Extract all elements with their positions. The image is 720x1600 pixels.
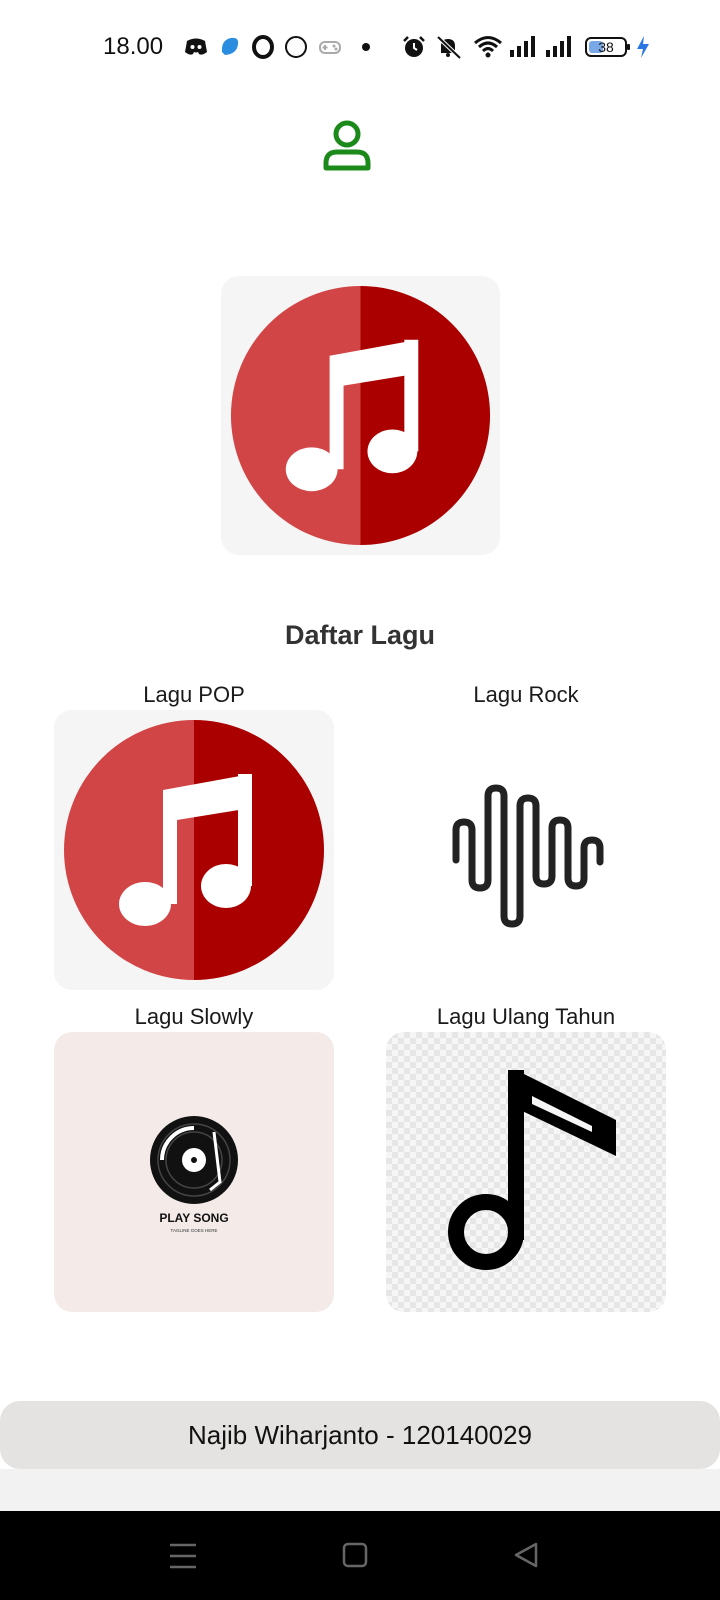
music-note-circle-icon (64, 720, 324, 980)
discord-icon (185, 38, 207, 55)
wifi-icon (474, 36, 502, 58)
category-label-pop: Lagu POP (143, 682, 245, 707)
bluesky-icon (221, 37, 239, 55)
vinyl-sub-caption: TAGLINE GOES HERE (171, 1228, 218, 1233)
sound-wave-icon (452, 784, 604, 928)
profile-button[interactable] (322, 118, 372, 172)
category-label-rock: Lagu Rock (473, 682, 579, 707)
recent-apps-button[interactable] (163, 1539, 203, 1573)
user-icon (323, 120, 371, 171)
vinyl-record-icon: PLAY SONG TAGLINE GOES HERE (150, 1116, 238, 1233)
moon-icon (285, 36, 307, 58)
game-controller-icon (319, 41, 341, 54)
category-card-rock[interactable] (386, 710, 666, 990)
section-title: Daftar Lagu (284, 620, 436, 650)
footer-author: Najib Wiharjanto - 120140029 (0, 1401, 720, 1469)
home-button[interactable] (335, 1539, 375, 1573)
signal-icon (546, 36, 571, 57)
music-note-circle-icon (230, 285, 491, 546)
music-note-icon (448, 1070, 616, 1270)
charging-icon (637, 36, 649, 58)
footer-spacer (0, 1469, 720, 1511)
status-bar: 18.00 38 (0, 0, 720, 100)
battery-icon: 38 (585, 37, 630, 57)
menu-icon (170, 1543, 196, 1569)
battery-level: 38 (598, 39, 614, 55)
navigation-bar (0, 1511, 720, 1600)
opera-icon (252, 35, 274, 59)
status-time: 18.00 (103, 33, 164, 60)
mute-icon (436, 35, 462, 60)
vinyl-caption: PLAY SONG (159, 1211, 228, 1225)
alarm-icon (403, 36, 425, 57)
category-label-ulang-tahun: Lagu Ulang Tahun (436, 1004, 616, 1029)
home-icon (342, 1542, 368, 1568)
app-logo (221, 276, 500, 555)
category-card-ulang-tahun[interactable] (386, 1032, 666, 1312)
signal-icon (510, 36, 535, 57)
category-card-slowly[interactable]: PLAY SONG TAGLINE GOES HERE (54, 1032, 334, 1312)
back-icon (514, 1542, 538, 1568)
back-button[interactable] (508, 1539, 548, 1573)
dot-icon (362, 43, 370, 51)
category-label-slowly: Lagu Slowly (134, 1004, 254, 1029)
category-card-pop[interactable] (54, 710, 334, 990)
